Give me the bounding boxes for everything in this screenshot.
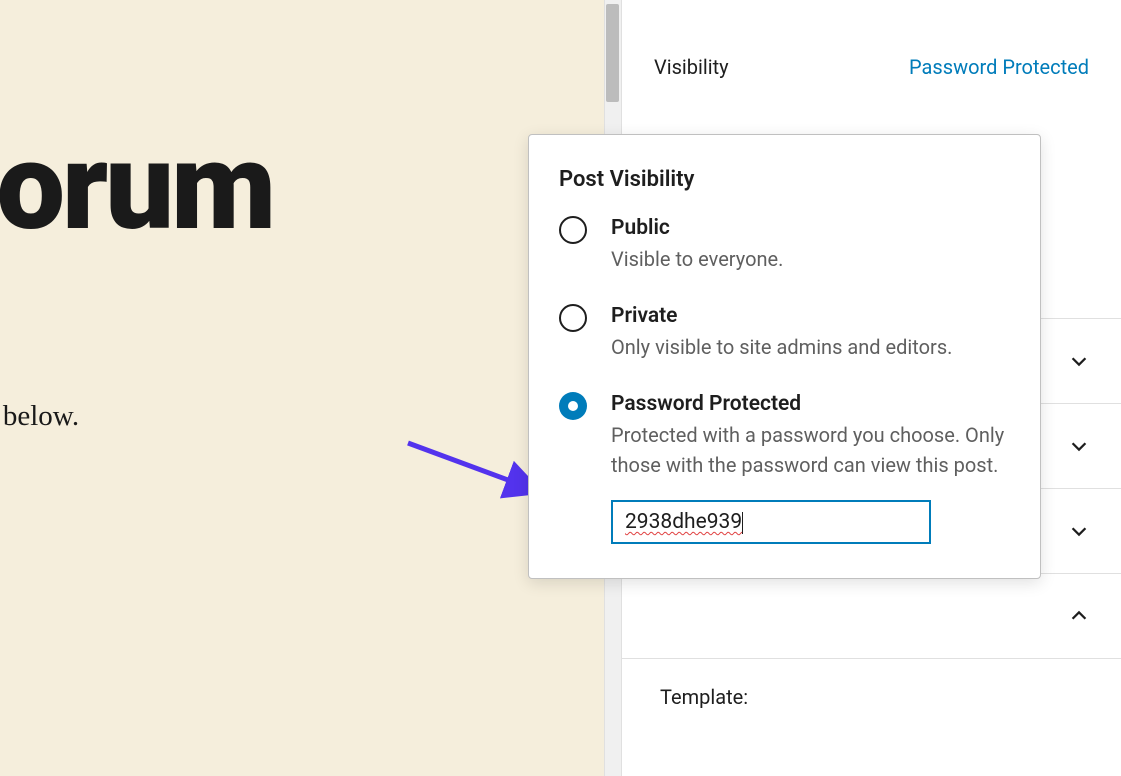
chevron-down-icon [1067, 349, 1091, 373]
option-label: Public [611, 216, 1010, 240]
sidebar-panel-4[interactable] [622, 573, 1121, 658]
radio-checked-icon[interactable] [559, 392, 587, 420]
option-description: Only visible to site admins and editors. [611, 332, 1010, 362]
visibility-option-private[interactable]: Private Only visible to site admins and … [559, 304, 1010, 362]
option-label: Password Protected [611, 392, 1010, 416]
chevron-up-icon [1067, 604, 1091, 628]
chevron-down-icon [1067, 434, 1091, 458]
option-label: Private [611, 304, 1010, 328]
template-setting-row[interactable]: Template: [622, 658, 1121, 723]
visibility-option-public[interactable]: Public Visible to everyone. [559, 216, 1010, 274]
option-description: Protected with a password you choose. On… [611, 420, 1010, 480]
editor-canvas[interactable]: nly Forum in the field below. [0, 0, 604, 776]
text-cursor [742, 512, 743, 534]
visibility-value[interactable]: Password Protected [909, 55, 1089, 79]
popover-title: Post Visibility [559, 167, 1010, 192]
visibility-option-password-protected[interactable]: Password Protected Protected with a pass… [559, 392, 1010, 544]
post-title[interactable]: nly Forum [0, 115, 273, 258]
post-body-text[interactable]: in the field below. [0, 400, 79, 433]
option-description: Visible to everyone. [611, 244, 1010, 274]
password-input[interactable]: 2938dhe939 [611, 500, 931, 544]
scrollbar-thumb[interactable] [606, 4, 619, 102]
radio-unchecked-icon[interactable] [559, 304, 587, 332]
visibility-label: Visibility [654, 55, 729, 79]
radio-unchecked-icon[interactable] [559, 216, 587, 244]
post-visibility-popover: Post Visibility Public Visible to everyo… [528, 134, 1041, 579]
password-value: 2938dhe939 [625, 510, 742, 534]
template-label: Template: [660, 685, 748, 709]
visibility-setting-row[interactable]: Visibility Password Protected [622, 0, 1121, 99]
chevron-down-icon [1067, 519, 1091, 543]
